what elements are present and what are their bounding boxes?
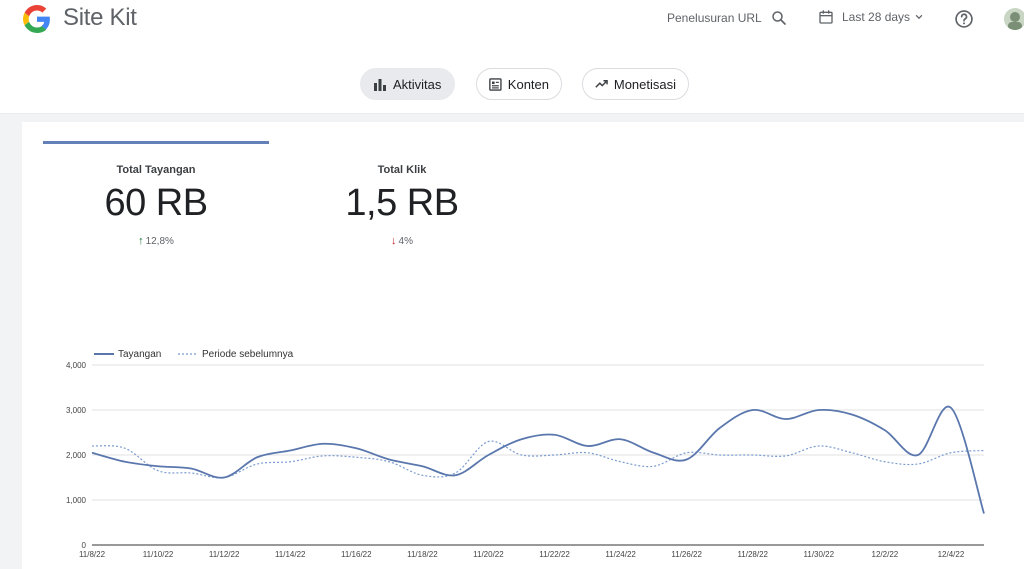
x-tick-label: 11/24/22 — [605, 550, 636, 559]
x-tick-label: 11/30/22 — [804, 550, 835, 559]
tab-aktivitas-label: Aktivitas — [393, 76, 442, 92]
arrow-down-icon: ↓ — [391, 235, 397, 247]
series-line-tayangan — [91, 405, 985, 514]
x-tick-label: 12/2/22 — [872, 550, 899, 559]
y-tick-label: 2,000 — [66, 451, 87, 460]
tab-monetisasi-label: Monetisasi — [613, 76, 676, 92]
views-chart: Tayangan Periode sebelumnya 0 1,000 2,000 3,… — [0, 340, 1024, 569]
x-tick-label: 11/18/22 — [407, 550, 438, 559]
series-line-periode-sebelumnya — [91, 440, 985, 479]
metric-change-value: 12,8% — [145, 235, 174, 247]
x-tick-label: 11/16/22 — [341, 550, 372, 559]
metric-value: 60 RB — [104, 182, 208, 224]
metric-total-klik[interactable]: Total Klik 1,5 RB ↓ 4% — [302, 164, 502, 247]
metric-change: ↑ 12,8% — [56, 235, 256, 247]
y-axis-ticks: 0 1,000 2,000 3,000 4,000 — [66, 361, 87, 550]
metric-change: ↓ 4% — [302, 235, 502, 247]
trending-up-icon — [595, 80, 608, 88]
metric-label: Total Tayangan — [116, 164, 196, 176]
x-tick-label: 12/4/22 — [938, 550, 965, 559]
top-bar: Site Kit Penelusuran URL Last 28 days — [0, 0, 1024, 40]
x-tick-label: 11/26/22 — [671, 550, 702, 559]
date-range-selector[interactable]: Last 28 days — [818, 9, 924, 25]
y-tick-label: 4,000 — [66, 361, 87, 370]
x-axis-ticks: 11/8/22 11/10/22 11/12/22 11/14/22 11/16/22 1… — [79, 550, 965, 559]
legend-label: Periode sebelumnya — [202, 349, 294, 360]
y-tick-label: 1,000 — [66, 496, 87, 505]
date-range-label: Last 28 days — [842, 10, 911, 24]
search-icon — [771, 11, 786, 25]
tab-monetisasi[interactable]: Monetisasi — [582, 68, 689, 100]
tab-aktivitas[interactable]: Aktivitas — [360, 68, 455, 100]
avatar[interactable] — [1004, 8, 1024, 30]
tab-konten-label: Konten — [507, 76, 549, 92]
dashboard-tabs: Aktivitas Konten Monetisasi — [0, 68, 1024, 100]
metric-change-value: 4% — [398, 235, 413, 247]
panel-top-band — [22, 114, 1024, 122]
x-tick-label: 11/22/22 — [539, 550, 570, 559]
tab-konten[interactable]: Konten — [476, 68, 562, 100]
x-tick-label: 11/12/22 — [209, 550, 240, 559]
chevron-down-icon — [915, 14, 923, 20]
y-tick-label: 3,000 — [66, 406, 87, 415]
brand-title: Site Kit — [63, 4, 137, 31]
chart-lines — [91, 405, 985, 514]
y-tick-label: 0 — [82, 541, 87, 550]
calendar-icon — [819, 10, 833, 24]
metric-value: 1,5 RB — [345, 182, 459, 224]
bar-chart-icon — [374, 79, 386, 91]
chart-grid — [92, 364, 984, 546]
legend-label: Tayangan — [118, 349, 161, 360]
selected-metric-indicator — [43, 141, 269, 144]
x-tick-label: 11/28/22 — [737, 550, 768, 559]
line-chart: Tayangan Periode sebelumnya 0 1,000 2,000 3,… — [66, 349, 985, 559]
x-tick-label: 11/20/22 — [473, 550, 504, 559]
url-search-button[interactable]: Penelusuran URL — [667, 9, 788, 27]
x-tick-label: 11/14/22 — [275, 550, 306, 559]
chart-legend: Tayangan Periode sebelumnya — [94, 349, 294, 360]
help-icon[interactable] — [954, 9, 974, 29]
x-tick-label: 11/8/22 — [79, 550, 106, 559]
google-logo[interactable] — [23, 5, 51, 33]
metric-total-tayangan[interactable]: Total Tayangan 60 RB ↑ 12,8% — [56, 164, 256, 247]
x-tick-label: 11/10/22 — [143, 550, 174, 559]
arrow-up-icon: ↑ — [138, 235, 144, 247]
metric-label: Total Klik — [377, 164, 427, 176]
url-search-label: Penelusuran URL — [667, 11, 762, 25]
article-icon — [489, 77, 502, 91]
